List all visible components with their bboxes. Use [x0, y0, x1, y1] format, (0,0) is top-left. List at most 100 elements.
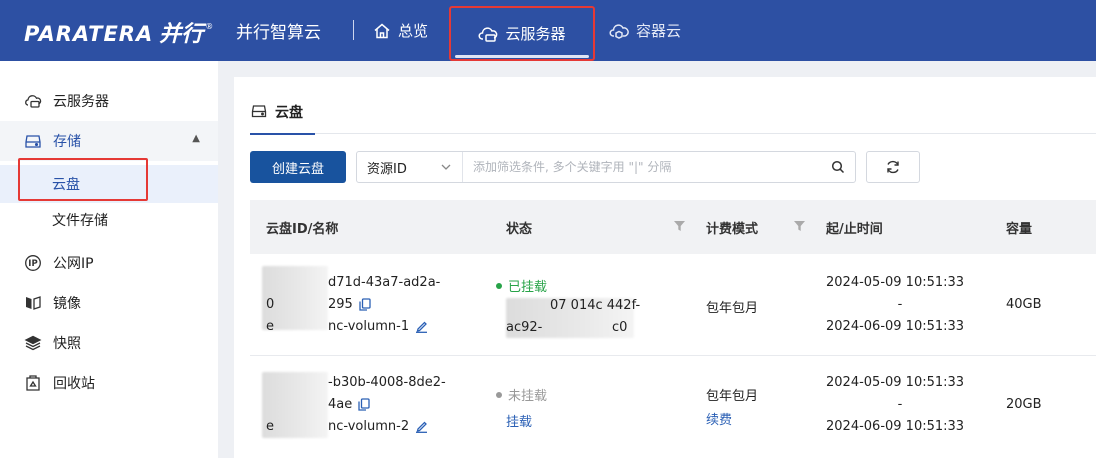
sidebar-item-label: 存储: [53, 134, 81, 150]
sidebar-item-label: 文件存储: [52, 213, 108, 229]
table-row[interactable]: d71d-43a7-ad2a- 0 295 e nc-volumn-1 已挂载 …: [250, 254, 1096, 356]
filter-funnel-icon[interactable]: [674, 221, 685, 231]
sidebar: 云服务器 存储 ▲ 云盘 文件存储 IP 公网IP 镜像 快照 回收站: [0, 61, 218, 458]
time-separator: -: [897, 297, 903, 312]
attach-link[interactable]: 挂载: [506, 411, 532, 430]
tab-cloud-disk[interactable]: 云盘: [250, 102, 315, 135]
status-text: 未挂载: [508, 389, 548, 404]
tab-active-underline: [250, 133, 315, 135]
sidebar-item-snapshot[interactable]: 快照: [0, 323, 218, 363]
column-header-id-name: 云盘ID/名称: [266, 222, 339, 237]
start-time: 2024-05-09 10:51:33: [826, 275, 965, 290]
instance-id-prefix: ac92-: [506, 320, 543, 335]
chevron-down-icon: [441, 164, 451, 170]
table-header: 云盘ID/名称 状态 计费模式 起/止时间 容量: [250, 200, 1096, 254]
nav-active-underline: [455, 55, 589, 58]
sidebar-item-label: 公网IP: [53, 256, 94, 272]
edit-icon[interactable]: [415, 420, 428, 433]
end-time: 2024-06-09 10:51:33: [826, 319, 965, 334]
column-header-capacity: 容量: [1006, 222, 1033, 237]
image-icon: [26, 296, 41, 310]
sidebar-item-cloud-server[interactable]: 云服务器: [0, 81, 218, 121]
sidebar-item-public-ip[interactable]: IP 公网IP: [0, 243, 218, 283]
copy-icon[interactable]: [359, 298, 371, 311]
sidebar-item-recycle-bin[interactable]: 回收站: [0, 363, 218, 403]
disk-id-line2-text: 4ae: [328, 397, 353, 412]
sidebar-item-label: 快照: [53, 336, 81, 352]
start-time: 2024-05-09 10:51:33: [826, 375, 965, 390]
disk-id-prefix: 0: [266, 297, 275, 312]
main-content: 云盘 创建云盘 资源ID 云盘ID/名称 状态 计费模式 起/止时间 容量: [234, 77, 1096, 458]
disk-name: nc-volumn-2: [328, 419, 428, 434]
edit-icon[interactable]: [415, 320, 428, 333]
sidebar-item-image[interactable]: 镜像: [0, 283, 218, 323]
table-row[interactable]: -b30b-4008-8de2- 4ae e nc-volumn-2 未挂载 挂…: [250, 356, 1096, 458]
recycle-bin-icon: [26, 375, 40, 391]
storage-icon: [25, 135, 41, 148]
filter-bar: 资源ID: [356, 151, 856, 183]
storage-icon: [251, 105, 267, 118]
nav-overview-label: 总览: [398, 22, 429, 40]
top-header: PARATERA 并行 ® 并行智算云 总览 云服务器 容器云: [0, 0, 1096, 61]
disk-name-prefix: e: [266, 319, 274, 334]
disk-name-text: nc-volumn-1: [328, 319, 410, 334]
logo-registered-mark: ®: [205, 22, 214, 31]
sidebar-item-label: 云服务器: [53, 94, 109, 110]
filter-field-select[interactable]: 资源ID: [357, 152, 463, 182]
end-time: 2024-06-09 10:51:33: [826, 419, 965, 434]
disk-id-line1: d71d-43a7-ad2a-: [328, 275, 441, 290]
header-divider: [353, 20, 354, 40]
refresh-icon: [887, 160, 899, 174]
home-icon: [374, 23, 390, 38]
disk-id-line2-text: 295: [328, 297, 353, 312]
sidebar-item-cloud-disk[interactable]: 云盘: [0, 165, 218, 203]
sidebar-item-storage[interactable]: 存储 ▲: [0, 121, 218, 161]
chevron-up-icon[interactable]: ▲: [192, 133, 200, 144]
capacity: 20GB: [1006, 397, 1042, 412]
snapshot-icon: [24, 335, 42, 351]
container-cloud-icon: [609, 23, 629, 39]
copy-icon[interactable]: [358, 398, 370, 411]
filter-funnel-icon[interactable]: [794, 221, 805, 231]
sidebar-item-label: 云盘: [52, 177, 80, 193]
instance-id-line1: 07 014c 442f-: [550, 298, 641, 313]
time-separator: -: [897, 397, 903, 412]
column-header-status: 状态: [506, 222, 533, 237]
filter-input[interactable]: [463, 153, 821, 181]
column-header-billing: 计费模式: [706, 222, 759, 237]
disk-name: nc-volumn-1: [328, 319, 428, 334]
filter-field-value: 资源ID: [367, 161, 407, 177]
brand-title: 并行智算云: [236, 23, 321, 43]
nav-container-cloud-label: 容器云: [636, 22, 682, 40]
highlight-box: [449, 6, 595, 61]
svg-text:IP: IP: [28, 259, 37, 269]
disk-name-prefix: e: [266, 419, 274, 434]
tab-label: 云盘: [275, 105, 303, 121]
sidebar-item-label: 回收站: [53, 376, 95, 392]
disk-id-line2: 4ae: [328, 397, 370, 412]
renew-link[interactable]: 续费: [706, 409, 732, 428]
logo-text: PARATERA: [24, 22, 154, 46]
capacity: 40GB: [1006, 297, 1042, 312]
create-cloud-disk-button[interactable]: 创建云盘: [250, 151, 346, 183]
instance-id-line2: c0: [612, 320, 628, 335]
nav-cloud-server[interactable]: 云服务器: [449, 6, 595, 61]
status-badge: 未挂载: [496, 385, 547, 404]
disk-id-line2: 295: [328, 297, 371, 312]
tab-bar: 云盘: [250, 77, 1096, 135]
sidebar-item-file-storage[interactable]: 文件存储: [0, 200, 218, 240]
nav-container-cloud[interactable]: 容器云: [609, 0, 681, 61]
disk-id-line1: -b30b-4008-8de2-: [328, 375, 446, 390]
status-dot: [496, 391, 502, 398]
ip-icon: IP: [25, 255, 41, 271]
logo-cn: 并行: [159, 22, 204, 47]
cloud-server-icon: [25, 95, 42, 108]
paratera-logo[interactable]: PARATERA 并行 ®: [24, 16, 213, 48]
disk-name-text: nc-volumn-2: [328, 419, 410, 434]
column-header-time: 起/止时间: [826, 222, 883, 237]
status-dot: [496, 282, 502, 289]
nav-overview[interactable]: 总览: [373, 0, 428, 61]
refresh-button[interactable]: [866, 151, 920, 183]
billing-mode: 包年包月: [706, 389, 759, 404]
search-icon[interactable]: [821, 160, 855, 174]
